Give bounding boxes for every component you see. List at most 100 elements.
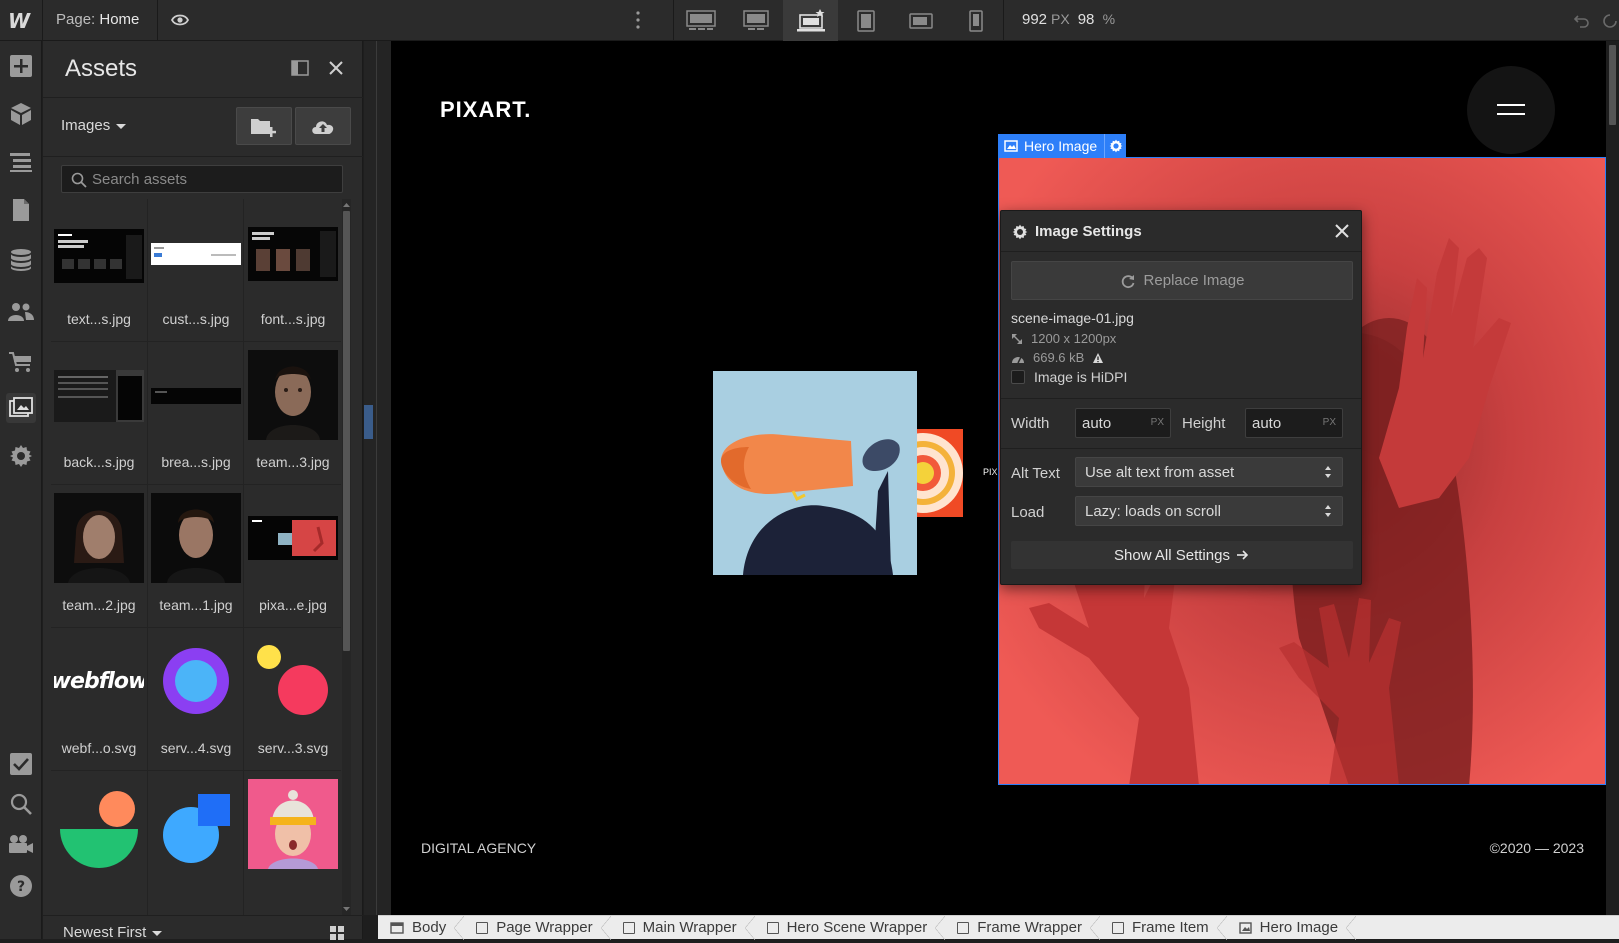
panel-divider — [43, 97, 363, 98]
breadcrumb-item[interactable]: Hero Image — [1227, 915, 1357, 940]
pages-icon[interactable] — [6, 195, 36, 225]
cms-database-icon[interactable] — [6, 245, 36, 275]
asset-tile[interactable] — [51, 771, 147, 913]
show-all-settings-button[interactable]: Show All Settings — [1011, 541, 1353, 569]
width-input[interactable]: auto PX — [1075, 408, 1171, 438]
asset-tile[interactable]: serv...3.svg — [245, 628, 341, 770]
breadcrumb-item[interactable]: Main Wrapper — [611, 915, 755, 940]
breadcrumb-item[interactable]: Frame Wrapper — [945, 915, 1100, 940]
hidpi-checkbox[interactable] — [1011, 370, 1025, 384]
asset-tile[interactable]: team...3.jpg — [245, 342, 341, 484]
svg-text:?: ? — [17, 879, 25, 895]
asset-tile[interactable]: team...1.jpg — [148, 485, 244, 627]
image-icon — [1004, 140, 1018, 152]
breadcrumb-item[interactable]: Hero Scene Wrapper — [755, 915, 946, 940]
asset-tile[interactable]: text...s.jpg — [51, 199, 147, 341]
ecommerce-cart-icon[interactable] — [6, 347, 36, 377]
asset-tile[interactable]: team...2.jpg — [51, 485, 147, 627]
hamburger-menu-button[interactable] — [1467, 66, 1555, 154]
element-settings-gear-icon[interactable] — [1104, 134, 1126, 158]
hidpi-checkbox-row[interactable]: Image is HiDPI — [1011, 369, 1127, 385]
help-icon[interactable]: ? — [6, 871, 36, 901]
webflow-logo[interactable]: W — [8, 9, 34, 33]
video-tutorials-icon[interactable] — [6, 829, 36, 859]
scrollbar-thumb[interactable] — [343, 211, 350, 651]
load-select[interactable]: Lazy: loads on scroll — [1075, 496, 1343, 526]
add-icon[interactable] — [6, 51, 36, 81]
redo-icon[interactable] — [1600, 10, 1619, 30]
asset-tile[interactable]: brea...s.jpg — [148, 342, 244, 484]
asset-tile[interactable]: font...s.jpg — [245, 199, 341, 341]
upload-button[interactable] — [295, 107, 351, 145]
asset-thumbnail — [248, 207, 338, 297]
asset-thumbnail — [151, 207, 241, 297]
breadcrumb-item[interactable]: Body — [378, 915, 465, 940]
breadcrumb-item[interactable]: Page Wrapper — [464, 915, 612, 940]
desktop-icon[interactable] — [728, 0, 783, 41]
close-icon[interactable] — [1334, 223, 1350, 239]
frame-image[interactable] — [917, 429, 963, 517]
arrow-right-icon — [1236, 550, 1249, 560]
assets-grid: text...s.jpg cust...s.jpg font...s.jpg b… — [51, 199, 342, 915]
preview-eye-icon[interactable] — [170, 10, 190, 30]
div-block-icon — [766, 921, 779, 934]
new-folder-button[interactable] — [236, 107, 292, 145]
footer-left-text: DIGITAL AGENCY — [421, 840, 537, 856]
breadcrumb-item[interactable]: Frame Item — [1100, 915, 1227, 940]
page-selector[interactable]: Page: Home — [56, 11, 139, 28]
alt-text-value: Use alt text from asset — [1085, 464, 1235, 481]
asset-type-dropdown[interactable]: Images — [61, 117, 127, 134]
asset-tile[interactable]: webflow webf...o.svg — [51, 628, 147, 770]
scroll-up-icon — [343, 203, 350, 207]
replace-image-button[interactable]: Replace Image — [1011, 261, 1353, 300]
scrollbar-thumb[interactable] — [1609, 45, 1616, 125]
asset-tile[interactable] — [148, 771, 244, 913]
popover-divider — [1001, 251, 1361, 252]
more-options-icon[interactable] — [634, 8, 642, 32]
toolbar-divider — [42, 0, 43, 41]
sort-dropdown[interactable]: Newest First — [63, 924, 163, 941]
style-list-icon[interactable] — [6, 147, 36, 177]
undo-icon[interactable] — [1572, 10, 1592, 30]
asset-type-label: Images — [61, 117, 111, 134]
desktop-large-icon[interactable] — [673, 0, 728, 41]
image-icon — [1238, 921, 1252, 934]
checklist-icon[interactable] — [6, 749, 36, 779]
settings-gear-icon[interactable] — [6, 441, 36, 471]
assets-scrollbar[interactable] — [342, 199, 351, 915]
scroll-down-icon — [343, 907, 350, 911]
canvas-scrollbar[interactable] — [1606, 41, 1619, 915]
design-canvas[interactable]: PIXART. PIX Hero Image DIGITAL AGENCY ©2… — [391, 41, 1606, 915]
dock-panel-icon[interactable] — [290, 58, 310, 78]
navigator-cube-icon[interactable] — [6, 99, 36, 129]
tablet-icon[interactable] — [838, 0, 893, 41]
gear-icon — [1012, 224, 1028, 240]
asset-thumbnail — [54, 779, 144, 869]
alt-text-select[interactable]: Use alt text from asset — [1075, 457, 1343, 487]
laptop-base-icon[interactable] — [783, 0, 838, 41]
asset-thumbnail — [151, 350, 241, 440]
search-icon[interactable] — [6, 789, 36, 819]
grid-view-icon[interactable] — [330, 926, 344, 940]
selected-element-label: Hero Image — [1024, 138, 1098, 154]
search-input[interactable] — [92, 169, 332, 189]
close-icon[interactable] — [326, 58, 346, 78]
asset-tile[interactable]: pixa...e.jpg — [245, 485, 341, 627]
asset-tile[interactable] — [245, 771, 341, 913]
canvas-resize-gutter[interactable] — [364, 41, 391, 915]
mobile-portrait-icon[interactable] — [948, 0, 1003, 41]
users-icon[interactable] — [6, 297, 36, 327]
sort-bar: Newest First — [43, 915, 363, 941]
site-brand[interactable]: PIXART. — [440, 97, 531, 123]
selected-element-tag[interactable]: Hero Image — [998, 134, 1127, 158]
asset-tile[interactable]: serv...4.svg — [148, 628, 244, 770]
assets-icon[interactable] — [6, 393, 36, 423]
frame-image[interactable] — [713, 371, 917, 575]
mobile-landscape-icon[interactable] — [893, 0, 948, 41]
popover-divider — [1001, 448, 1361, 449]
assets-panel: Assets Images text...s.jpg cust...s.jpg … — [43, 41, 363, 941]
breadcrumb-label: Frame Wrapper — [977, 919, 1082, 936]
height-input[interactable]: auto PX — [1245, 408, 1343, 438]
asset-tile[interactable]: back...s.jpg — [51, 342, 147, 484]
asset-tile[interactable]: cust...s.jpg — [148, 199, 244, 341]
